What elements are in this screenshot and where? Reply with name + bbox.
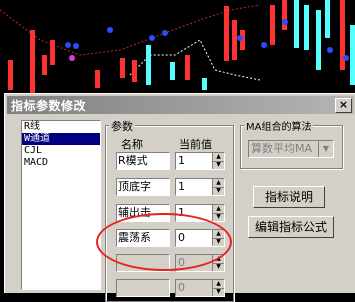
param-name-field [116, 279, 170, 297]
candle [146, 45, 151, 85]
param-value-text: 1 [178, 180, 185, 193]
spin-down-icon[interactable]: ▼ [213, 187, 224, 195]
edit-formula-button[interactable]: 编辑指标公式 [248, 216, 334, 238]
candle [316, 10, 321, 70]
candle [202, 78, 207, 90]
candle [170, 62, 175, 80]
indicator-explain-button[interactable]: 指标说明 [253, 186, 325, 208]
candle [294, 0, 299, 48]
candle [132, 60, 137, 82]
spinner: ▲ ▼ [212, 280, 224, 296]
stock-chart [0, 0, 355, 95]
spin-down-icon[interactable]: ▼ [213, 161, 224, 169]
candle [282, 0, 287, 30]
candle [325, 0, 330, 38]
trend-line [0, 4, 261, 56]
candle [42, 55, 47, 75]
candle [95, 70, 100, 88]
column-header-value: 当前值 [179, 138, 212, 151]
spin-down-icon[interactable]: ▼ [213, 213, 224, 221]
params-group-label: 参数 [109, 118, 135, 134]
ma-dot [107, 27, 113, 33]
spin-down-icon: ▼ [216, 288, 221, 295]
annotation-circle [96, 213, 232, 271]
indicator-list-item[interactable]: R线 [22, 121, 100, 133]
ma-dot [65, 42, 71, 48]
title-bar[interactable]: 指标参数修改 × [7, 96, 354, 114]
ma-algorithm-value: 算数平均MA [251, 142, 313, 155]
param-value-input[interactable]: 1 ▲ ▼ [175, 178, 225, 196]
candle [224, 6, 229, 61]
param-value-text: 0 [178, 281, 185, 294]
indicator-list-item[interactable]: MACD [22, 157, 100, 169]
candle [185, 55, 190, 80]
candle [50, 40, 55, 65]
ma-dot [282, 19, 288, 25]
param-value-input: 0 ▲ ▼ [175, 279, 225, 297]
ma-dot [261, 42, 267, 48]
candle [8, 60, 13, 90]
ma-algorithm-select: 算数平均MA ▼ [248, 140, 334, 158]
candle [270, 5, 275, 45]
spinner[interactable]: ▲ ▼ [212, 179, 224, 195]
dialog-title: 指标参数修改 [11, 99, 87, 113]
dropdown-arrow-icon: ▼ [318, 141, 333, 157]
marker-dot [69, 55, 75, 61]
ma-dot [73, 43, 79, 49]
param-name-field: R模式 [116, 152, 170, 170]
param-value-input[interactable]: 1 ▲ ▼ [175, 152, 225, 170]
ma-dot [327, 47, 333, 53]
close-button[interactable]: × [335, 98, 352, 113]
candle [304, 5, 309, 50]
spinner[interactable]: ▲ ▼ [212, 153, 224, 169]
candle [120, 58, 125, 78]
indicator-list[interactable]: R线 W通道 CJL MACD [21, 120, 101, 290]
ma-dot [237, 35, 243, 41]
ma-dot [162, 30, 168, 36]
candle [232, 20, 237, 60]
candle [30, 30, 35, 95]
param-name-field: 顶底字 [116, 178, 170, 196]
indicator-list-item[interactable]: W通道 [22, 133, 100, 145]
column-header-name: 名称 [121, 138, 143, 151]
ma-dot [343, 55, 349, 61]
param-value-text: 1 [178, 154, 185, 167]
spinner[interactable]: ▲ ▼ [212, 205, 224, 221]
indicator-list-item[interactable]: CJL [22, 145, 100, 157]
spin-down-icon: ▼ [216, 263, 221, 270]
candle [350, 25, 355, 85]
ma-group-label: MA组合的算法 [244, 118, 314, 133]
ma-dot [149, 35, 155, 41]
